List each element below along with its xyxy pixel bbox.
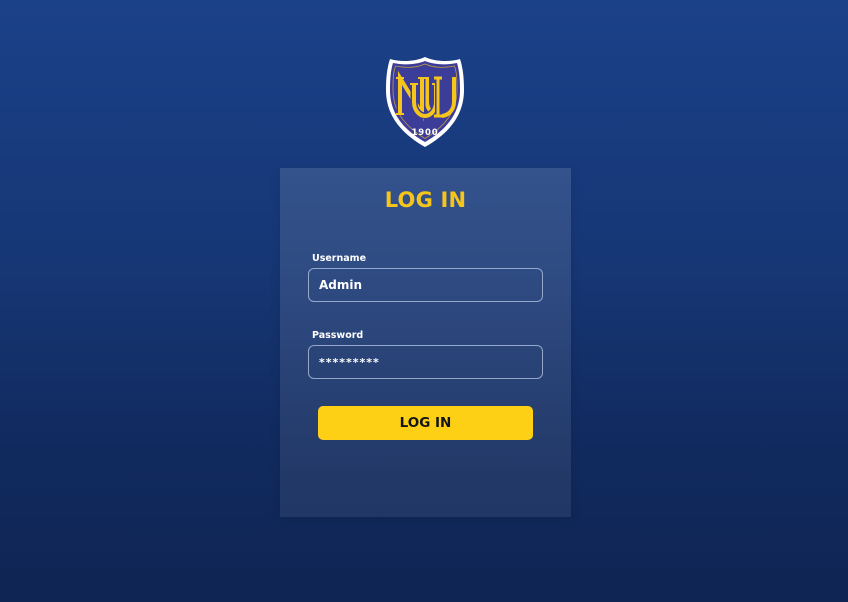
username-label: Username [312, 253, 367, 264]
login-title: LOG IN [384, 188, 467, 212]
password-input[interactable] [309, 346, 542, 378]
username-field-container [308, 268, 543, 302]
logo-year: 1900 [412, 128, 439, 138]
shield-icon: 1900 [386, 57, 464, 147]
password-label: Password [312, 330, 364, 341]
username-input[interactable] [309, 269, 542, 301]
login-button[interactable]: LOG IN [318, 406, 533, 440]
university-logo: 1900 [384, 54, 466, 150]
login-card: LOG IN Username Password LOG IN [280, 168, 571, 517]
password-field-container [308, 345, 543, 379]
